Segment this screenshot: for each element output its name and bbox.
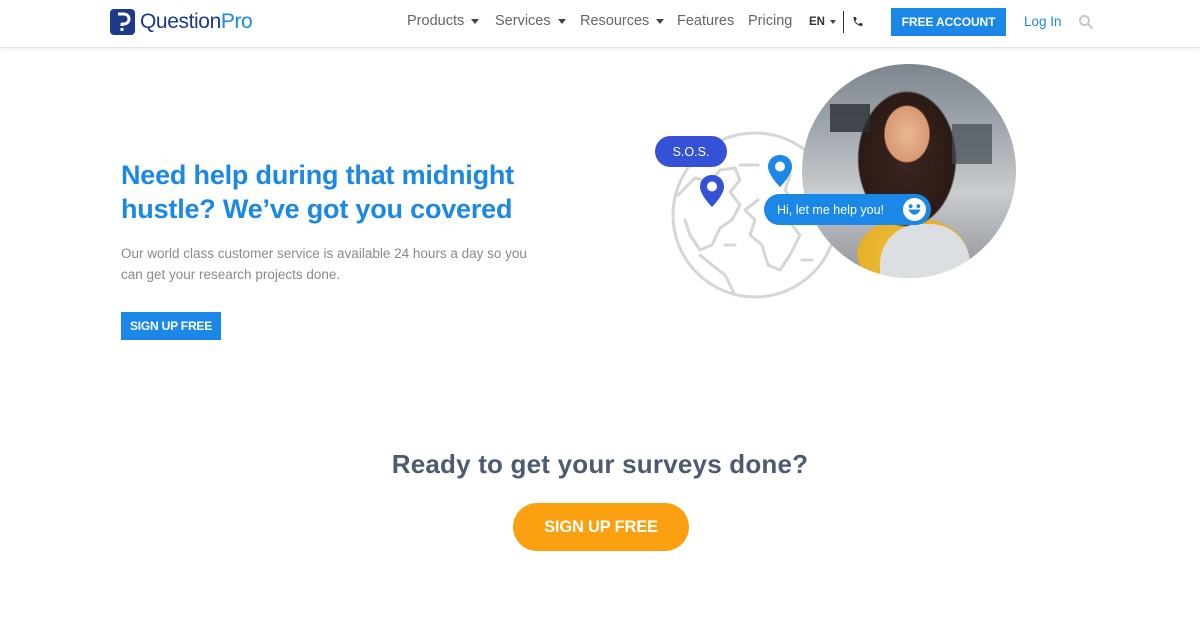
support-agent-photo	[802, 64, 1016, 278]
cta-sign-up-button[interactable]: SIGN UP FREE	[513, 503, 689, 551]
logo-text-pro: Pro	[220, 10, 253, 33]
logo-text: QuestionPro	[140, 10, 253, 34]
free-account-button[interactable]: FREE ACCOUNT	[891, 8, 1006, 36]
phone-button[interactable]	[852, 15, 864, 28]
nav-item-label: Features	[677, 13, 735, 29]
nav-item-label: Pricing	[748, 13, 793, 29]
nav-item-label: Resources	[580, 13, 650, 29]
nav-item-label: Products	[407, 13, 465, 29]
phone-icon	[853, 17, 863, 26]
nav-item-services[interactable]: Services	[495, 13, 566, 29]
login-link[interactable]: Log In	[1024, 14, 1062, 29]
search-icon	[1079, 15, 1094, 30]
language-selector[interactable]: EN	[809, 16, 836, 28]
map-pin-icon	[700, 175, 724, 207]
nav-item-resources[interactable]: Resources	[580, 13, 665, 29]
photo-background-screen	[952, 124, 992, 164]
hero-sign-up-button[interactable]: SIGN UP FREE	[121, 312, 221, 340]
photo-foreground-monitor	[880, 224, 970, 278]
support-illustration: S.O.S. Hi, let me help you!	[640, 60, 1040, 310]
caret-down-icon	[829, 20, 836, 24]
hero-title: Need help during that midnight hustle? W…	[121, 160, 514, 224]
sos-bubble: S.O.S.	[655, 136, 727, 167]
caret-down-icon	[557, 18, 566, 24]
logo-text-question: Question	[140, 10, 221, 33]
hero-description: Our world class customer service is avai…	[121, 246, 527, 282]
nav-item-products[interactable]: Products	[407, 13, 480, 29]
language-label: EN	[809, 16, 825, 28]
smiley-icon	[902, 197, 927, 222]
logo-mark-icon	[110, 9, 135, 35]
nav-item-pricing[interactable]: Pricing	[748, 13, 792, 29]
logo[interactable]: QuestionPro	[110, 8, 253, 36]
search-button[interactable]	[1078, 14, 1094, 30]
caret-down-icon	[471, 18, 480, 24]
photo-background-screen	[830, 104, 870, 132]
chat-bubble-text: Hi, let me help you!	[777, 202, 884, 217]
nav-item-features[interactable]: Features	[677, 13, 734, 29]
caret-down-icon	[656, 18, 665, 24]
map-pin-icon	[768, 155, 792, 187]
site-header: QuestionPro Products Services Resources …	[0, 0, 1200, 48]
chat-bubble: Hi, let me help you!	[764, 194, 931, 225]
nav-divider	[843, 11, 844, 33]
cta-title: Ready to get your surveys done?	[391, 449, 809, 479]
nav-item-label: Services	[495, 13, 551, 29]
